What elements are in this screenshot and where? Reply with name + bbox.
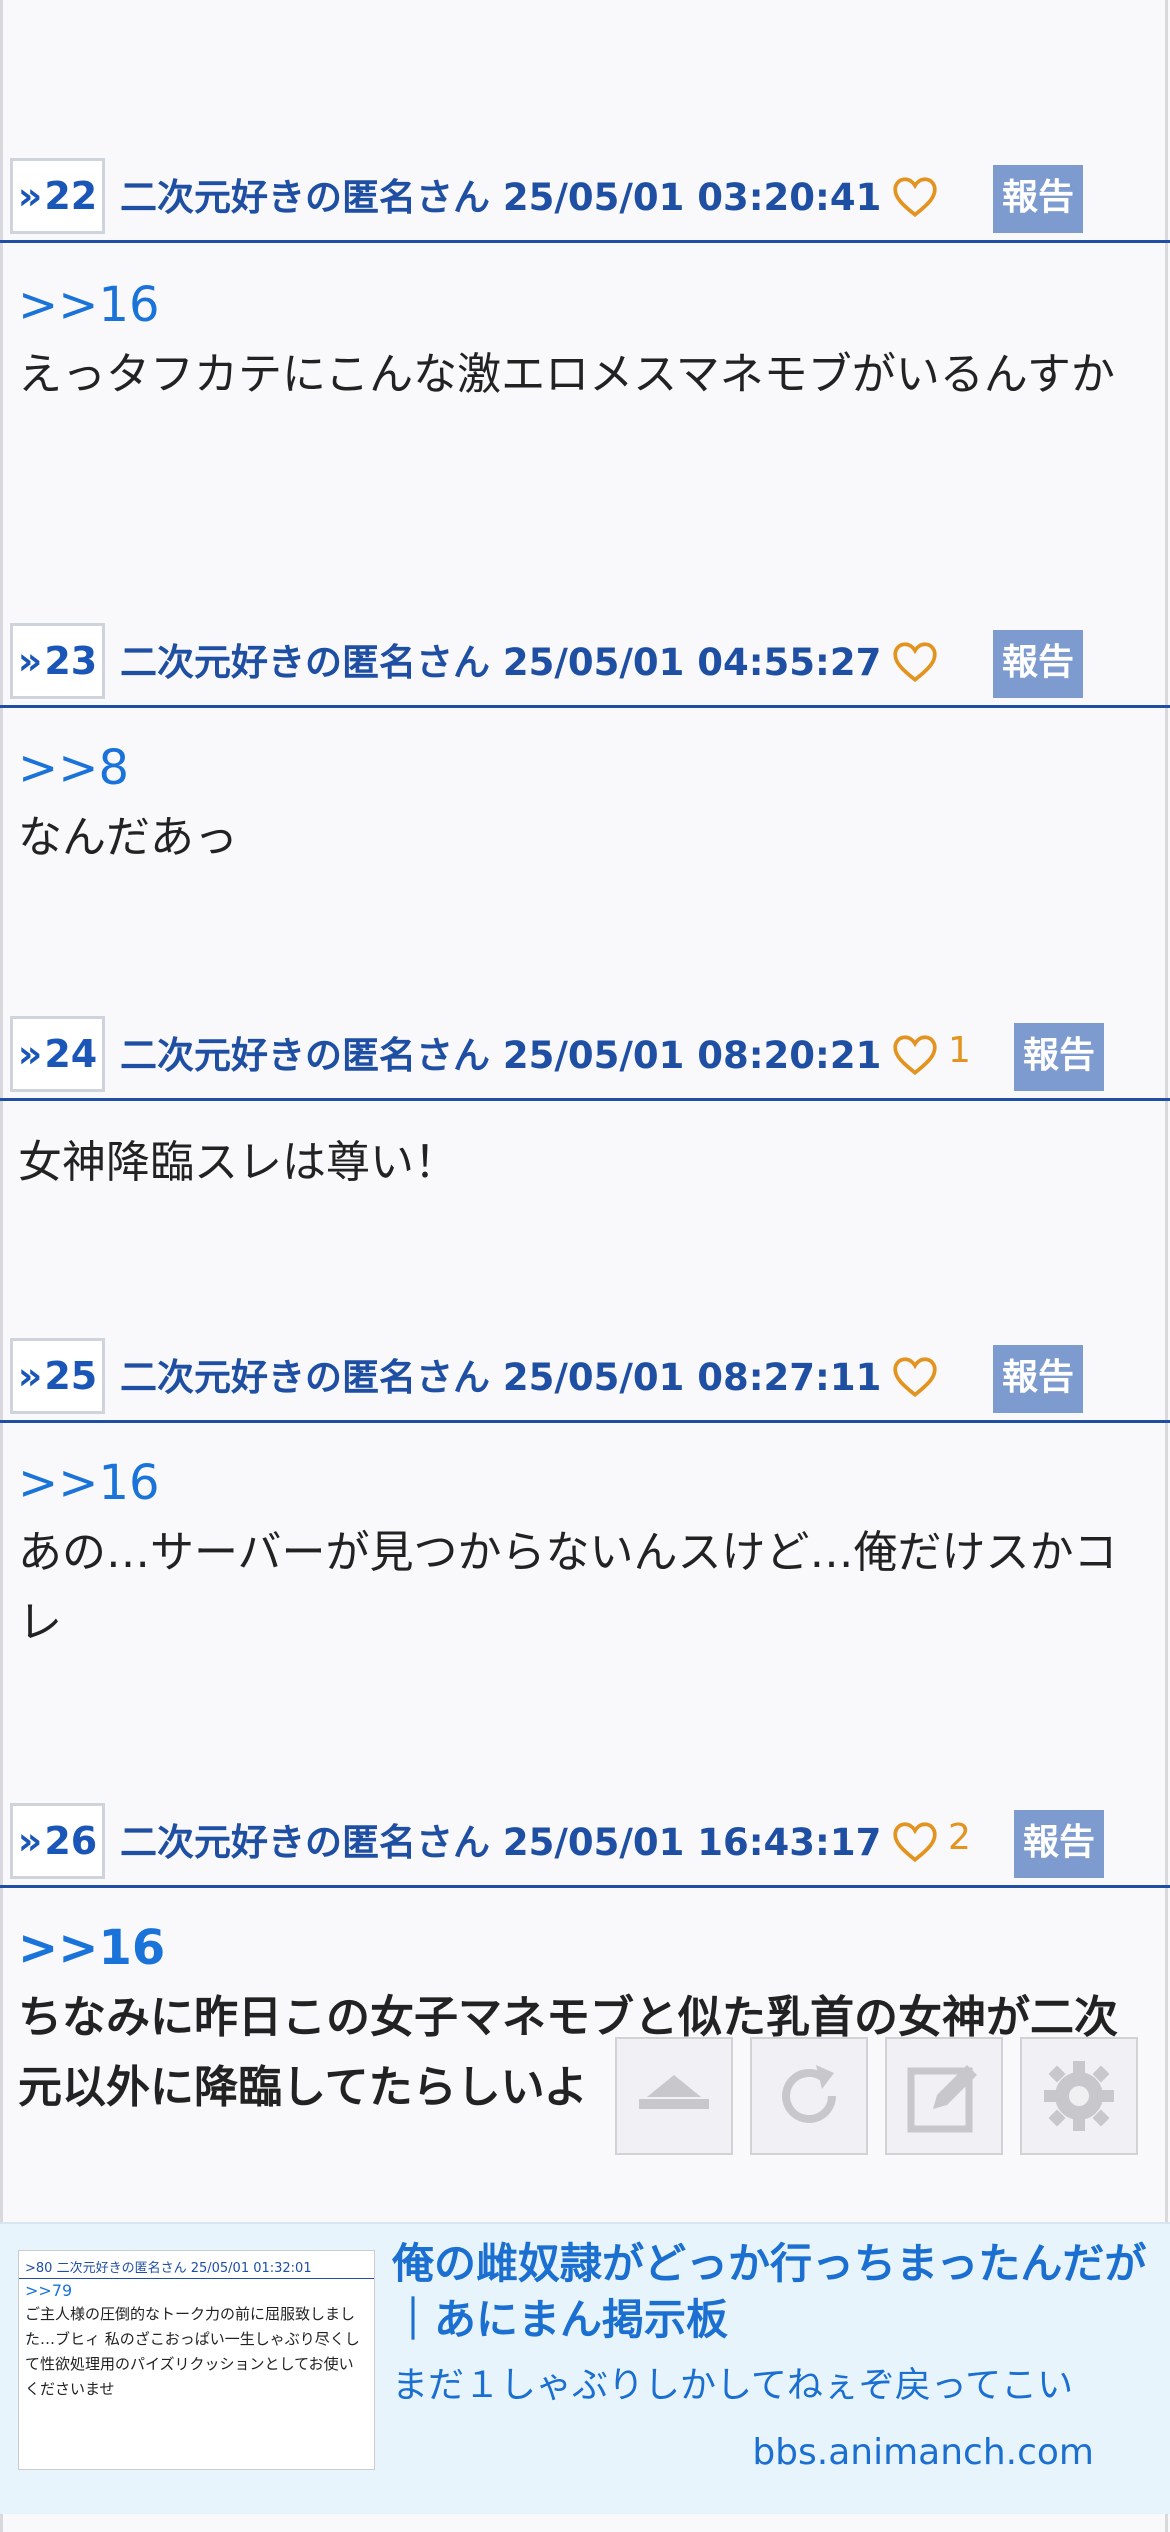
post-datetime: 25/05/01 08:27:11 [502, 1356, 882, 1399]
heart-icon[interactable] [890, 1817, 940, 1867]
report-button[interactable]: 報告 [993, 165, 1083, 233]
heart-icon[interactable] [890, 637, 940, 687]
post-author-line: 二次元好きの匿名さん 25/05/01 03:20:41 [120, 167, 881, 221]
author-name: 二次元好きの匿名さん [120, 1034, 490, 1077]
reply-anchor-link[interactable]: >>8 [18, 733, 1148, 803]
related-thread-card[interactable]: >80 二次元好きの匿名さん 25/05/01 01:32:01 >>79 ご主… [0, 2222, 1170, 2514]
reply-number-button[interactable]: »24 [10, 1016, 105, 1092]
refresh-icon [782, 2065, 836, 2123]
post-text: あの…サーバーが見つからないんスけど…俺だけスかコレ [18, 1527, 1118, 1648]
reply-number-button[interactable]: »26 [10, 1803, 105, 1879]
post-header: »26 二次元好きの匿名さん 25/05/01 16:43:17 2 報告 [0, 1795, 1170, 1888]
related-thread-domain: bbs.animanch.com [752, 2432, 1094, 2473]
scroll-top-icon [639, 2075, 709, 2109]
like-count: 1 [948, 1030, 971, 1071]
like-count: 2 [948, 1817, 971, 1858]
post-datetime: 25/05/01 03:20:41 [502, 176, 882, 219]
post-author-line: 二次元好きの匿名さん 25/05/01 04:55:27 [120, 632, 881, 686]
thumb-header: >80 二次元好きの匿名さん 25/05/01 01:32:01 [19, 2251, 374, 2279]
post-body: >>16 えっタフカテにこんな激エロメスマネモブがいるんすか [18, 270, 1148, 410]
reply-anchor-link[interactable]: >>16 [18, 270, 1148, 340]
post-body: >>16 あの…サーバーが見つからないんスけど…俺だけスかコレ [18, 1448, 1148, 1658]
related-thread-description: まだ１しゃぶりしかしてねぇぞ戻ってこい [392, 2365, 1074, 2406]
post-header: »25 二次元好きの匿名さん 25/05/01 08:27:11 報告 [0, 1330, 1170, 1423]
author-name: 二次元好きの匿名さん [120, 1821, 490, 1864]
thumb-anchor: >>79 [25, 2281, 73, 2300]
reply-number-button[interactable]: »25 [10, 1338, 105, 1414]
reply-anchor-link[interactable]: >>16 [18, 1913, 1148, 1983]
post-text: なんだあっ [18, 812, 238, 863]
reply-number-button[interactable]: »23 [10, 623, 105, 699]
compose-button[interactable] [885, 2037, 1003, 2155]
thumb-text: ご主人様の圧倒的なトーク力の前に屈服致しました…ブヒィ 私のざこおっぱい一生しゃ… [25, 2305, 360, 2398]
post-text: えっタフカテにこんな激エロメスマネモブがいるんすか [18, 349, 1115, 400]
heart-icon[interactable] [890, 1352, 940, 1402]
reply-number-button[interactable]: »22 [10, 158, 105, 234]
post-text: 女神降臨スレは尊い！ [18, 1137, 458, 1188]
report-button[interactable]: 報告 [1014, 1810, 1104, 1878]
reply-anchor-link[interactable]: >>16 [18, 1448, 1148, 1518]
report-button[interactable]: 報告 [1014, 1023, 1104, 1091]
refresh-button[interactable] [750, 2037, 868, 2155]
settings-icon [1044, 2061, 1114, 2131]
related-thread-title[interactable]: 俺の雌奴隷がどっか行っちまったんだが｜あにまん掲示板 [392, 2236, 1162, 2348]
report-button[interactable]: 報告 [993, 630, 1083, 698]
scroll-top-button[interactable] [615, 2037, 733, 2155]
settings-button[interactable] [1020, 2037, 1138, 2155]
author-name: 二次元好きの匿名さん [120, 641, 490, 684]
post-author-line: 二次元好きの匿名さん 25/05/01 08:20:21 [120, 1025, 881, 1079]
heart-icon[interactable] [890, 172, 940, 222]
related-thread-thumbnail[interactable]: >80 二次元好きの匿名さん 25/05/01 01:32:01 >>79 ご主… [18, 2250, 375, 2470]
post-body: >>8 なんだあっ [18, 733, 1148, 873]
compose-icon [907, 2065, 977, 2133]
post-datetime: 25/05/01 04:55:27 [502, 641, 882, 684]
post-author-line: 二次元好きの匿名さん 25/05/01 08:27:11 [120, 1347, 881, 1401]
heart-icon[interactable] [890, 1030, 940, 1080]
author-name: 二次元好きの匿名さん [120, 1356, 490, 1399]
report-button[interactable]: 報告 [993, 1345, 1083, 1413]
post-header: »22 二次元好きの匿名さん 25/05/01 03:20:41 報告 [0, 150, 1170, 243]
post-header: »24 二次元好きの匿名さん 25/05/01 08:20:21 1 報告 [0, 1008, 1170, 1101]
post-body: 女神降臨スレは尊い！ [18, 1128, 1148, 1198]
post-header: »23 二次元好きの匿名さん 25/05/01 04:55:27 報告 [0, 615, 1170, 708]
author-name: 二次元好きの匿名さん [120, 176, 490, 219]
post-datetime: 25/05/01 16:43:17 [502, 1821, 882, 1864]
post-datetime: 25/05/01 08:20:21 [502, 1034, 882, 1077]
post-author-line: 二次元好きの匿名さん 25/05/01 16:43:17 [120, 1812, 881, 1866]
